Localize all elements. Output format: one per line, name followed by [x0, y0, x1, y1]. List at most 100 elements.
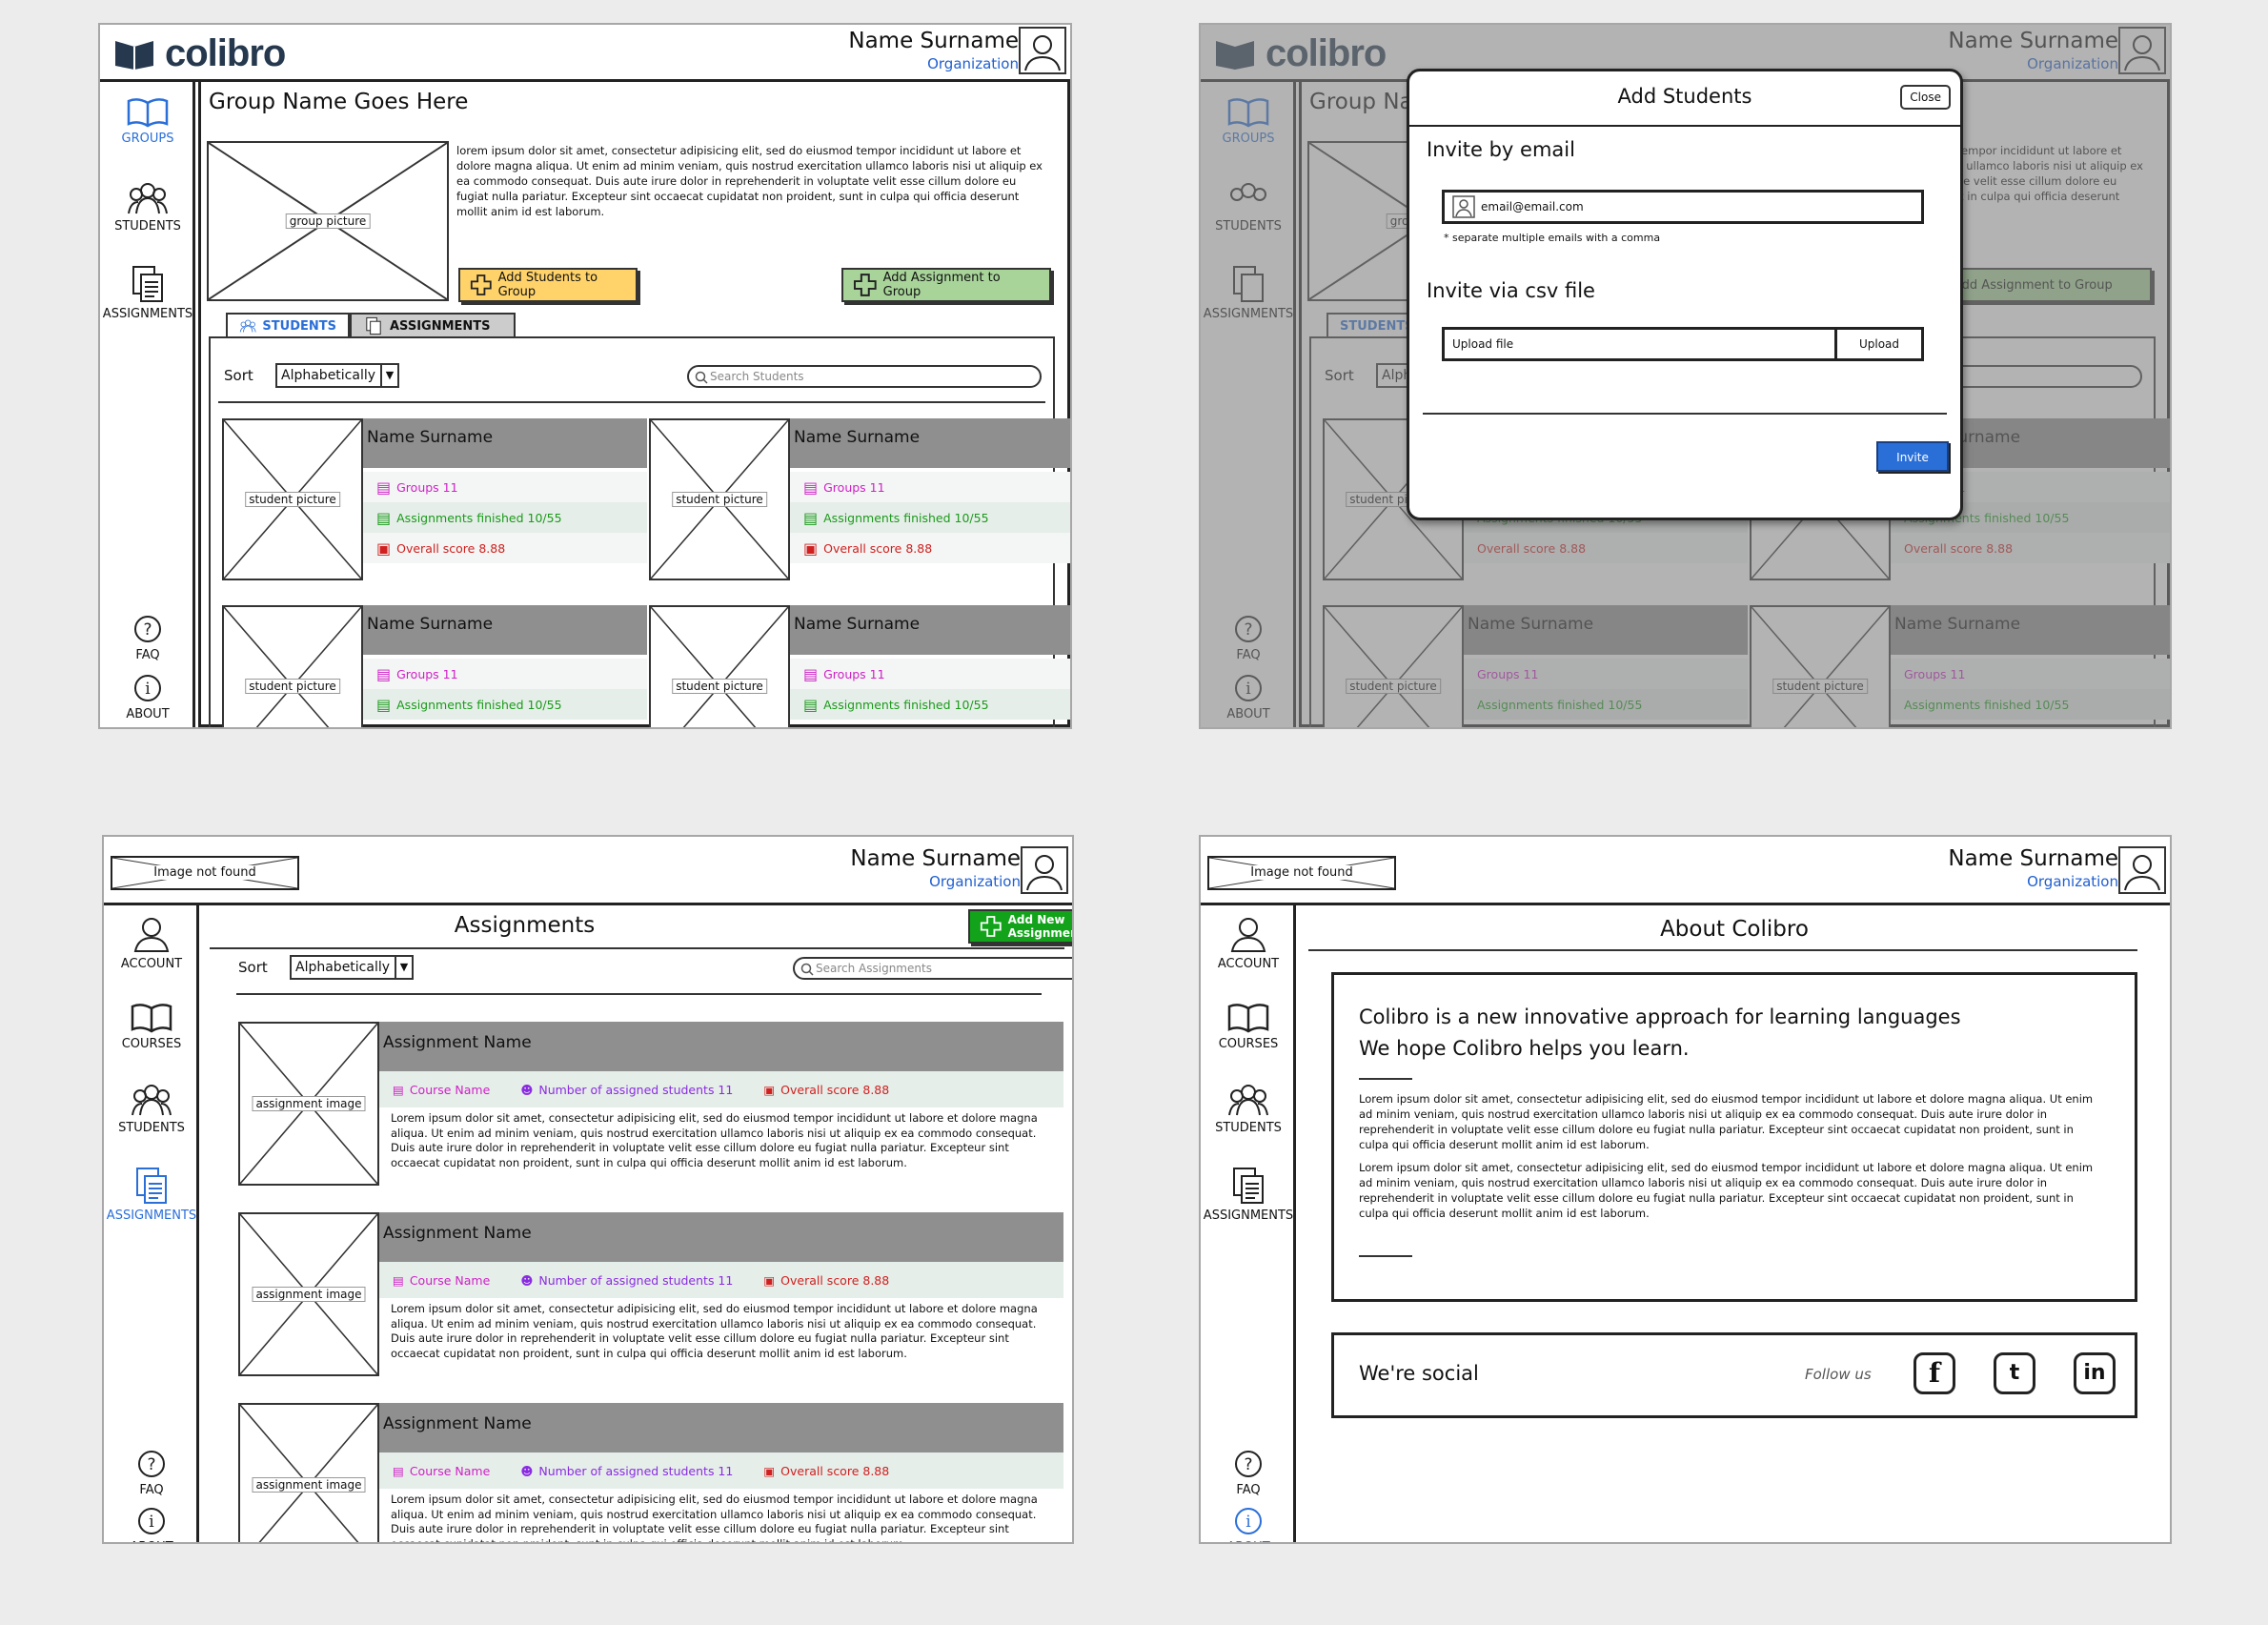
avatar[interactable]: [2118, 846, 2166, 894]
assigned-students: ☻ Number of assigned students 11: [520, 1463, 734, 1478]
students-icon: [1228, 1085, 1268, 1116]
search-students-input[interactable]: Search Students: [687, 365, 1042, 388]
sidebar-item-assignments[interactable]: ASSIGNMENTS: [100, 265, 195, 321]
book-icon: [1227, 1004, 1269, 1033]
sidebar-item-assignments[interactable]: ASSIGNMENTS: [1201, 1167, 1296, 1223]
sort-select[interactable]: Alphabetically ▼: [290, 955, 414, 980]
sidebar-item-about[interactable]: i ABOUT: [104, 1506, 199, 1542]
sort-label: Sort: [238, 959, 268, 976]
logo-image-placeholder[interactable]: Image not found: [111, 856, 299, 890]
close-button[interactable]: Close: [1900, 85, 1951, 110]
question-icon: ?: [134, 616, 161, 642]
book-logo-icon: [115, 41, 153, 70]
assigned-students: ☻ Number of assigned students 11: [520, 1272, 734, 1288]
student-card[interactable]: student picture Name Surname ▤ Groups 11 …: [649, 605, 1070, 727]
page-title: Assignments: [454, 913, 596, 938]
students-icon: ☻: [520, 1082, 534, 1097]
assignment-card[interactable]: assignment image Assignment Name ▤ Course…: [238, 1212, 1063, 1376]
student-card[interactable]: student picture Name Surname ▤ Groups 11 …: [649, 418, 1070, 580]
assignment-image: assignment image: [238, 1403, 379, 1542]
groups-stat: ▤ Groups 11: [363, 659, 647, 689]
monitor-icon: ▣: [803, 538, 819, 558]
upload-file-field[interactable]: Upload file: [1442, 327, 1834, 361]
course-link[interactable]: ▤ Course Name: [393, 1273, 490, 1288]
user-icon: [1230, 918, 1266, 952]
invite-csv-heading: Invite via csv file: [1427, 279, 1595, 302]
sidebar-item-account[interactable]: ACCOUNT: [1201, 915, 1296, 971]
add-new-assignment-button[interactable]: Add New Assignment: [968, 909, 1072, 944]
sidebar: ACCOUNT COURSES STUDENTS ASSIGNMENTS ? F…: [1201, 905, 1296, 1542]
invite-email-heading: Invite by email: [1427, 138, 1575, 161]
sidebar-item-about[interactable]: i ABOUT: [100, 673, 195, 721]
avatar[interactable]: [1019, 27, 1066, 74]
sidebar-item-account[interactable]: ACCOUNT: [104, 915, 199, 971]
plus-icon: [853, 274, 877, 296]
student-card[interactable]: student picture Name Surname ▤ Groups 11 …: [222, 418, 647, 580]
svg-text:?: ?: [1244, 1455, 1252, 1474]
score-stat: ▣ Overall score 8.88: [790, 533, 1070, 563]
book-icon: ▤: [803, 477, 819, 497]
modal-title: Add Students: [1409, 71, 1960, 127]
sidebar-item-courses[interactable]: COURSES: [104, 1003, 199, 1051]
book-icon: ▤: [393, 1082, 404, 1097]
header: Image not found Name Surname Organizatio…: [104, 837, 1072, 905]
sidebar-item-about[interactable]: i ABOUT: [1201, 1506, 1296, 1542]
course-link[interactable]: ▤ Course Name: [393, 1464, 490, 1478]
user-info[interactable]: Name Surname Organization: [850, 844, 1021, 890]
assignments-icon: [136, 1168, 167, 1204]
user-name: Name Surname: [848, 29, 1019, 53]
invite-button[interactable]: Invite: [1876, 441, 1949, 472]
logo-image-placeholder[interactable]: Image not found: [1207, 856, 1396, 890]
add-assignment-button[interactable]: Add Assignment to Group: [841, 268, 1051, 302]
book-icon: ▤: [393, 1272, 404, 1288]
sort-select[interactable]: Alphabetically ▼: [275, 363, 399, 388]
student-picture: student picture: [222, 418, 363, 580]
social-title: We're social: [1359, 1362, 1479, 1385]
course-link[interactable]: ▤ Course Name: [393, 1083, 490, 1097]
sidebar-item-faq[interactable]: ? FAQ: [104, 1449, 199, 1497]
about-paragraph-2: Lorem ipsum dolor sit amet, consectetur …: [1359, 1161, 2094, 1220]
monitor-icon: ▣: [376, 538, 392, 558]
sidebar-item-students[interactable]: STUDENTS: [1201, 1083, 1296, 1135]
user-org[interactable]: Organization: [850, 873, 1021, 890]
search-assignments-input[interactable]: Search Assignments: [793, 957, 1072, 980]
list-divider: [236, 993, 1042, 995]
user-info[interactable]: Name Surname Organization: [1948, 844, 2118, 890]
book-icon: ▤: [393, 1463, 404, 1478]
question-icon: ?: [138, 1451, 165, 1477]
email-field[interactable]: email@email.com: [1442, 190, 1924, 224]
info-icon: i: [138, 1508, 165, 1534]
assignments-icon: ▤: [803, 508, 819, 527]
assignments-stat: ▤ Assignments finished 10/55: [790, 689, 1070, 720]
user-org[interactable]: Organization: [1948, 873, 2118, 890]
search-icon: [800, 963, 814, 976]
sidebar-item-groups[interactable]: GROUPS: [100, 97, 195, 146]
question-icon: ?: [1235, 1451, 1262, 1477]
twitter-icon[interactable]: t: [1994, 1352, 2035, 1394]
tab-students[interactable]: STUDENTS: [226, 313, 350, 337]
sidebar-item-courses[interactable]: COURSES: [1201, 1003, 1296, 1051]
student-picture: student picture: [649, 605, 790, 727]
sidebar-item-faq[interactable]: ? FAQ: [100, 614, 195, 662]
tab-assignments[interactable]: ASSIGNMENTS: [350, 313, 516, 337]
upload-button[interactable]: Upload: [1834, 327, 1924, 361]
students-icon: ☻: [520, 1463, 534, 1478]
assignment-card[interactable]: assignment image Assignment Name ▤ Course…: [238, 1403, 1063, 1542]
about-line-2: We hope Colibro helps you learn.: [1359, 1037, 1690, 1060]
divider: [1359, 1078, 1412, 1080]
student-card[interactable]: student picture Name Surname ▤ Groups 11 …: [222, 605, 647, 727]
sidebar-item-students[interactable]: STUDENTS: [100, 181, 195, 234]
assignment-image: assignment image: [238, 1212, 379, 1376]
colibro-logo[interactable]: colibro: [113, 32, 286, 75]
sidebar-item-students[interactable]: STUDENTS: [104, 1083, 199, 1135]
linkedin-icon[interactable]: in: [2074, 1352, 2116, 1394]
avatar[interactable]: [1021, 846, 1068, 894]
assignment-card[interactable]: assignment image Assignment Name ▤ Course…: [238, 1022, 1063, 1186]
monitor-icon: ▣: [763, 1082, 776, 1097]
sidebar-item-assignments[interactable]: ASSIGNMENTS: [104, 1167, 199, 1223]
user-info[interactable]: Name Surname Organization: [848, 27, 1019, 72]
add-students-button[interactable]: Add Students to Group: [458, 268, 638, 302]
facebook-icon[interactable]: f: [1914, 1352, 1955, 1394]
sidebar-item-faq[interactable]: ? FAQ: [1201, 1449, 1296, 1497]
user-org[interactable]: Organization: [848, 55, 1019, 72]
